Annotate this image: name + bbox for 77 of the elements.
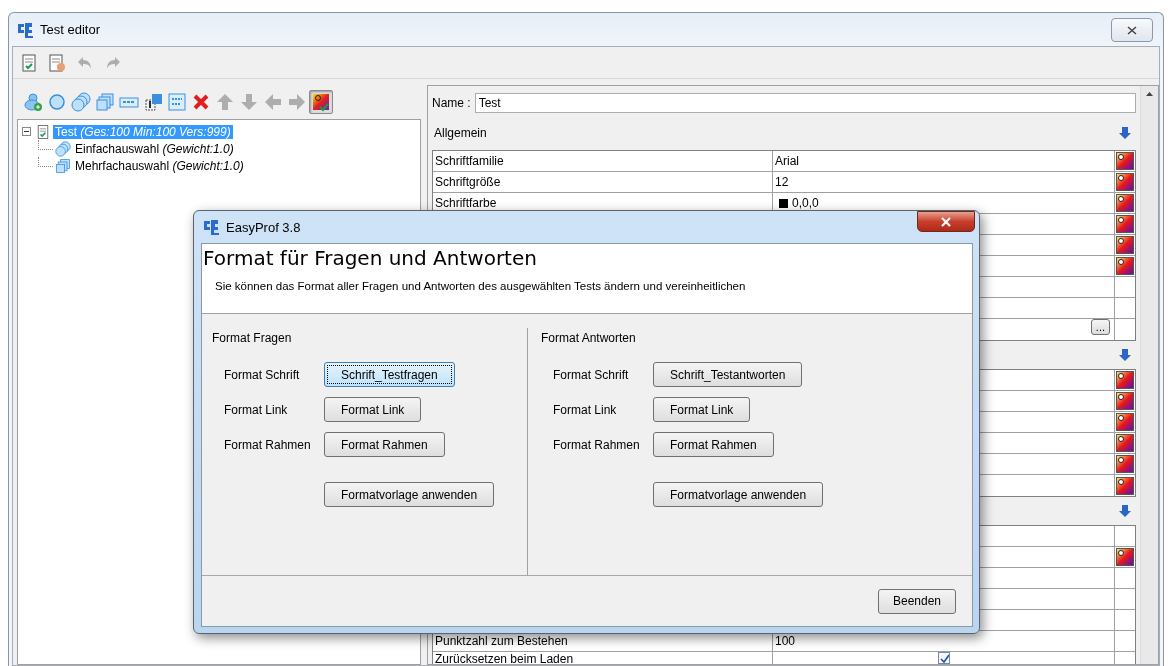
field-label: Format Rahmen bbox=[553, 437, 641, 452]
color-gradient-icon bbox=[311, 92, 331, 112]
section-title: Allgemein bbox=[434, 126, 487, 140]
down-arrow-icon[interactable] bbox=[1118, 348, 1132, 362]
stacked-squares-icon bbox=[95, 92, 115, 112]
color-gradient-icon[interactable] bbox=[1116, 215, 1134, 233]
app-logo-icon bbox=[202, 218, 220, 236]
close-icon bbox=[940, 216, 952, 227]
checklist-document-icon bbox=[19, 52, 39, 73]
app-logo-icon bbox=[16, 20, 34, 39]
color-gradient-icon[interactable] bbox=[1116, 173, 1134, 191]
table-cell: Schriftfarbe bbox=[435, 196, 497, 210]
more-button[interactable]: ... bbox=[1090, 319, 1110, 335]
checkbox[interactable] bbox=[937, 652, 950, 664]
collapse-icon[interactable] bbox=[22, 127, 33, 136]
table-cell: 100 bbox=[775, 634, 796, 648]
field-label: Name : bbox=[432, 96, 471, 110]
stacked-squares-icon bbox=[55, 157, 71, 174]
table-cell: 0,0,0 bbox=[792, 196, 819, 210]
down-arrow-icon[interactable] bbox=[1118, 126, 1132, 140]
format-button[interactable]: Schrift_Testantworten bbox=[653, 362, 803, 387]
table-cell: Arial bbox=[775, 154, 799, 168]
close-button[interactable] bbox=[1111, 18, 1153, 42]
color-gradient-icon[interactable] bbox=[1116, 413, 1134, 431]
text-block-icon bbox=[167, 92, 187, 112]
gradient-square-icon bbox=[143, 92, 163, 112]
circle-icon bbox=[47, 92, 67, 112]
color-gradient-icon[interactable] bbox=[1116, 548, 1134, 566]
document-edit-icon bbox=[47, 52, 67, 73]
field-label: Format Link bbox=[224, 402, 289, 417]
table-cell: Schriftfamilie bbox=[435, 154, 504, 168]
scrollbar[interactable] bbox=[1140, 86, 1158, 664]
tree-item[interactable]: Mehrfachauswahl (Gewicht:1.0) bbox=[73, 158, 246, 173]
close-button[interactable] bbox=[917, 211, 975, 232]
window-title: Test editor bbox=[40, 22, 100, 37]
field-label: Format Schrift bbox=[553, 367, 630, 382]
up-arrow-icon bbox=[215, 92, 235, 112]
format-button[interactable]: Format Link bbox=[324, 397, 422, 422]
dialog-description: Sie können das Format aller Fragen und Antworten des ausgewählten Tests ändern und vereinheitlichen bbox=[214, 280, 747, 292]
color-gradient-icon[interactable] bbox=[1116, 455, 1134, 473]
table-cell: Zurücksetzen beim Laden bbox=[435, 652, 574, 664]
color-gradient-icon[interactable] bbox=[1116, 194, 1134, 212]
down-arrow-icon bbox=[239, 92, 259, 112]
color-gradient-icon[interactable] bbox=[1116, 476, 1134, 495]
tree-item[interactable]: Einfachauswahl (Gewicht:1.0) bbox=[73, 141, 236, 156]
color-gradient-icon[interactable] bbox=[1116, 257, 1134, 275]
close-dialog-button[interactable]: Beenden bbox=[877, 588, 956, 614]
format-button[interactable]: Format Link bbox=[653, 397, 751, 422]
apply-template-button[interactable]: Formatvorlage anwenden bbox=[653, 482, 824, 507]
apply-template-button[interactable]: Formatvorlage anwenden bbox=[324, 482, 495, 507]
left-arrow-icon bbox=[263, 92, 283, 112]
table-cell: 12 bbox=[775, 175, 789, 189]
dialog-title: EasyProf 3.8 bbox=[226, 219, 301, 235]
toolbar-button[interactable] bbox=[309, 90, 333, 114]
table-cell: Punktzahl zum Bestehen bbox=[435, 634, 568, 648]
color-gradient-icon[interactable] bbox=[1116, 152, 1134, 170]
color-gradient-icon[interactable] bbox=[1116, 236, 1134, 254]
color-gradient-icon[interactable] bbox=[1116, 371, 1134, 389]
down-arrow-icon[interactable] bbox=[1118, 504, 1132, 518]
field-label: Format Schrift bbox=[224, 367, 301, 382]
group-title: Format Fragen bbox=[212, 331, 293, 345]
format-button[interactable]: Schrift_Testfragen bbox=[324, 362, 455, 387]
dialog-heading: Format für Fragen und Antworten bbox=[203, 246, 538, 270]
field-label: Format Link bbox=[553, 402, 618, 417]
table-cell: Schriftgröße bbox=[435, 175, 501, 189]
group-title: Format Antworten bbox=[541, 331, 637, 345]
format-button[interactable]: Format Rahmen bbox=[324, 432, 445, 457]
stacked-circles-icon bbox=[55, 140, 71, 157]
stacked-circles-icon bbox=[71, 92, 91, 112]
color-gradient-icon[interactable] bbox=[1116, 434, 1134, 452]
delete-x-icon bbox=[191, 92, 211, 112]
field-label: Format Rahmen bbox=[224, 437, 312, 452]
format-button[interactable]: Format Rahmen bbox=[653, 432, 774, 457]
name-field[interactable]: Test bbox=[474, 93, 1136, 113]
color-gradient-icon[interactable] bbox=[1116, 392, 1134, 410]
close-icon bbox=[1127, 25, 1137, 35]
right-arrow-icon bbox=[287, 92, 307, 112]
